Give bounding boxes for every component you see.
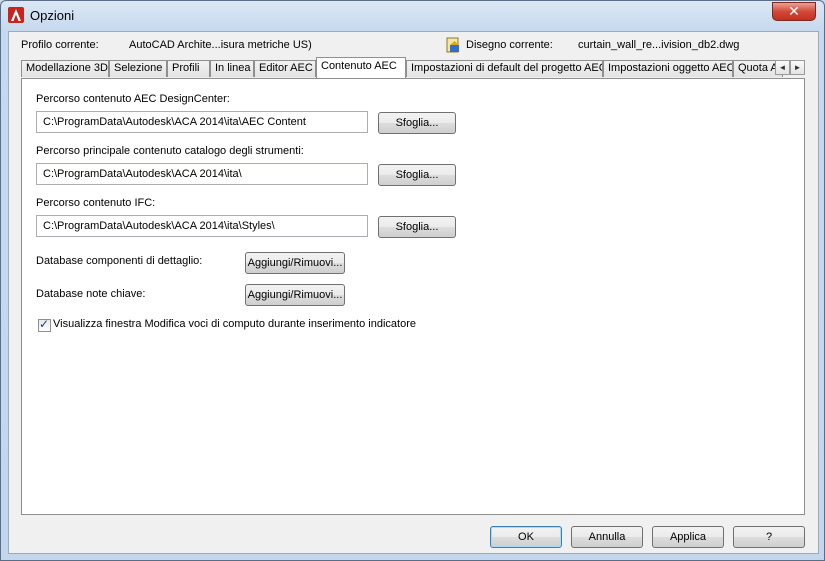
catalog-browse-button[interactable]: Sfoglia...	[378, 164, 456, 186]
tab-scroll-right-button[interactable]: ►	[790, 60, 805, 75]
designcenter-path-input[interactable]: C:\ProgramData\Autodesk\ACA 2014\ita\AEC…	[36, 111, 368, 133]
catalog-path-label: Percorso principale contenuto catalogo d…	[36, 145, 304, 157]
profile-label: Profilo corrente:	[21, 39, 99, 51]
help-button[interactable]: ?	[733, 526, 805, 548]
dialog-client: Profilo corrente: AutoCAD Archite...isur…	[8, 31, 819, 554]
show-quantity-takeoff-checkbox[interactable]: ✓	[38, 317, 51, 332]
drawing-file-icon	[446, 37, 459, 53]
detail-db-label: Database componenti di dettaglio:	[36, 255, 203, 267]
tab-contenuto-aec[interactable]: Contenuto AEC	[316, 57, 406, 78]
autocad-app-icon	[8, 7, 24, 23]
ifc-browse-button[interactable]: Sfoglia...	[378, 216, 456, 238]
cancel-button[interactable]: Annulla	[571, 526, 643, 548]
tab-impostazioni-oggetto-aec[interactable]: Impostazioni oggetto AEC	[603, 60, 733, 77]
tab-profili[interactable]: Profili	[167, 60, 210, 77]
profile-value: AutoCAD Archite...isura metriche US)	[129, 39, 312, 51]
drawing-value: curtain_wall_re...ivision_db2.dwg	[578, 39, 740, 51]
keynote-db-label: Database note chiave:	[36, 288, 146, 300]
tab-panel-contenuto-aec: Percorso contenuto AEC DesignCenter: C:\…	[21, 78, 805, 515]
tab-scroll-left-button[interactable]: ◄	[775, 60, 790, 75]
designcenter-path-label: Percorso contenuto AEC DesignCenter:	[36, 93, 230, 105]
window-title: Opzioni	[30, 8, 75, 23]
tab-editor-aec[interactable]: Editor AEC	[254, 60, 316, 77]
ok-button[interactable]: OK	[490, 526, 562, 548]
title-bar[interactable]: Opzioni ✕	[1, 1, 824, 31]
tab-impostazioni-progetto-aec[interactable]: Impostazioni di default del progetto AEC	[406, 60, 603, 77]
catalog-path-input[interactable]: C:\ProgramData\Autodesk\ACA 2014\ita\	[36, 163, 368, 185]
designcenter-browse-button[interactable]: Sfoglia...	[378, 112, 456, 134]
close-icon: ✕	[788, 3, 800, 20]
tab-modellazione-3d[interactable]: Modellazione 3D	[21, 60, 109, 77]
apply-button[interactable]: Applica	[652, 526, 724, 548]
ifc-path-input[interactable]: C:\ProgramData\Autodesk\ACA 2014\ita\Sty…	[36, 215, 368, 237]
keynote-db-add-remove-button[interactable]: Aggiungi/Rimuovi...	[245, 284, 345, 306]
tab-in-linea[interactable]: In linea	[210, 60, 254, 77]
detail-db-add-remove-button[interactable]: Aggiungi/Rimuovi...	[245, 252, 345, 274]
options-dialog: Opzioni ✕ Profilo corrente: AutoCAD Arch…	[0, 0, 825, 561]
show-quantity-takeoff-label: Visualizza finestra Modifica voci di com…	[53, 318, 416, 330]
drawing-label: Disegno corrente:	[466, 39, 553, 51]
tab-selezione[interactable]: Selezione	[109, 60, 167, 77]
ifc-path-label: Percorso contenuto IFC:	[36, 197, 156, 209]
close-button[interactable]: ✕	[772, 2, 816, 21]
checkmark-icon: ✓	[39, 317, 50, 331]
